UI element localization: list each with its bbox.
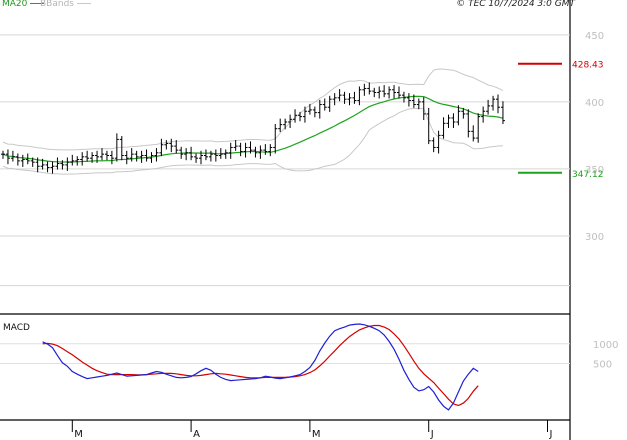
macd-tick-label: 500 bbox=[593, 360, 612, 371]
price-macd-chart: 3003504004505001000MACD428.43347.12M A M J J bbox=[0, 0, 618, 440]
x-tick-label: J bbox=[430, 429, 434, 440]
macd-title: MACD bbox=[3, 323, 30, 333]
resistance-level-label: 428.43 bbox=[572, 61, 604, 71]
x-tick-label: J bbox=[549, 429, 553, 440]
ma20-line bbox=[2, 95, 504, 163]
bollinger-upper-band bbox=[2, 68, 504, 151]
price-tick-label: 300 bbox=[585, 232, 604, 243]
support-level-label: 347.12 bbox=[572, 170, 604, 180]
macd-line bbox=[42, 323, 479, 411]
x-tick-label: M bbox=[312, 429, 321, 440]
x-tick-label: A bbox=[193, 429, 200, 440]
macd-signal-line bbox=[42, 324, 479, 407]
price-tick-label: 450 bbox=[585, 31, 604, 42]
price-tick-label: 400 bbox=[585, 98, 604, 109]
macd-tick-label: 1000 bbox=[593, 340, 618, 351]
x-tick-label: M bbox=[74, 429, 83, 440]
bollinger-lower-band bbox=[2, 107, 504, 175]
